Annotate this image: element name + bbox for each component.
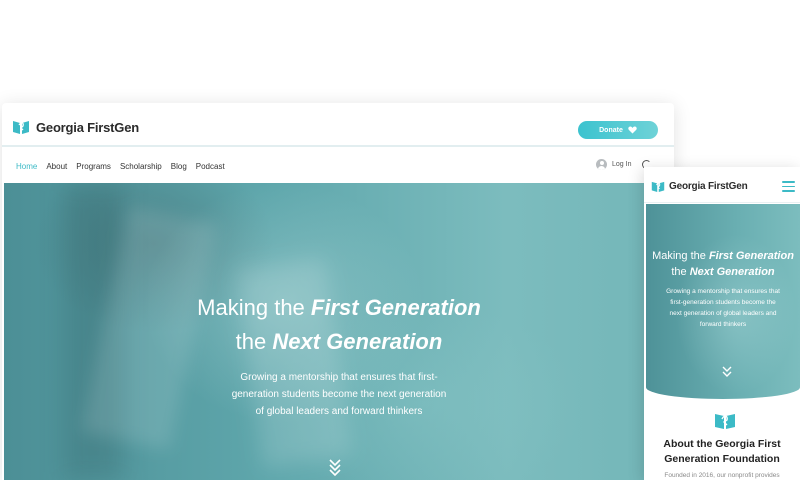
hero-title-line1: Making the First Generation (197, 295, 481, 320)
brand-name: Georgia FirstGen (36, 119, 139, 135)
mobile-hero-subtitle-line: first-generation students become the (670, 299, 776, 306)
hero-photo-highlight (235, 257, 353, 469)
nav-item-programs[interactable]: Programs (76, 162, 111, 171)
nav-item-scholarship[interactable]: Scholarship (120, 162, 162, 171)
desktop-site-mockup: Georgia FirstGen Donate Home About Progr… (2, 103, 674, 480)
hero-subtitle-line: of global leaders and forward thinkers (255, 406, 423, 417)
mobile-header: Georgia FirstGen (644, 167, 800, 203)
nav-menu: Home About Programs Scholarship Blog Pod… (16, 162, 234, 171)
hamburger-menu-icon[interactable] (782, 181, 795, 192)
nav-item-about[interactable]: About (46, 162, 67, 171)
donate-label: Donate (599, 126, 623, 134)
nav-item-blog[interactable]: Blog (171, 162, 187, 171)
login-label: Log In (612, 161, 632, 168)
about-heading-line1: About the Georgia First (663, 438, 781, 450)
donate-button[interactable]: Donate (578, 121, 658, 139)
user-avatar-icon (596, 159, 607, 170)
hero-section: Making the First Generation the Next Gen… (4, 183, 674, 480)
hero-subtitle-line: generation students become the next gene… (231, 389, 447, 400)
main-nav: Home About Programs Scholarship Blog Pod… (2, 149, 674, 185)
heart-icon (628, 126, 637, 134)
mobile-hero-subtitle-line: next generation of global leaders and (669, 310, 777, 317)
book-logo-icon (13, 121, 29, 134)
about-body-text: Founded in 2016, our nonprofit provides (664, 472, 780, 479)
mobile-hero-section: Making the First Generation the Next Gen… (646, 204, 800, 399)
scroll-down-chevron-icon[interactable] (328, 458, 342, 476)
mobile-hero-subtitle-line: Growing a mentorship that ensures that (666, 288, 780, 295)
nav-item-podcast[interactable]: Podcast (196, 162, 225, 171)
about-heading-line2: Generation Foundation (664, 453, 780, 465)
scroll-down-chevron-icon[interactable] (722, 366, 732, 378)
mobile-hero-subtitle-line: forward thinkers (699, 321, 747, 328)
site-logo[interactable]: Georgia FirstGen (12, 119, 139, 135)
login-link[interactable]: Log In (596, 159, 631, 170)
mobile-site-mockup: Georgia FirstGen Making the First Genera… (644, 167, 800, 480)
mobile-hero-title-line2: the Next Generation (671, 266, 775, 278)
mobile-site-logo[interactable]: Georgia FirstGen (651, 180, 748, 193)
site-header: Georgia FirstGen Donate (2, 103, 674, 147)
hero-subtitle-line: Growing a mentorship that ensures that f… (240, 372, 438, 383)
mobile-hero-title-line1: Making the First Generation (652, 250, 794, 262)
book-logo-icon (651, 181, 665, 192)
book-logo-icon (715, 414, 735, 429)
brand-name: Georgia FirstGen (669, 181, 748, 192)
nav-item-home[interactable]: Home (16, 162, 37, 171)
hero-title-line2: the Next Generation (235, 329, 443, 354)
